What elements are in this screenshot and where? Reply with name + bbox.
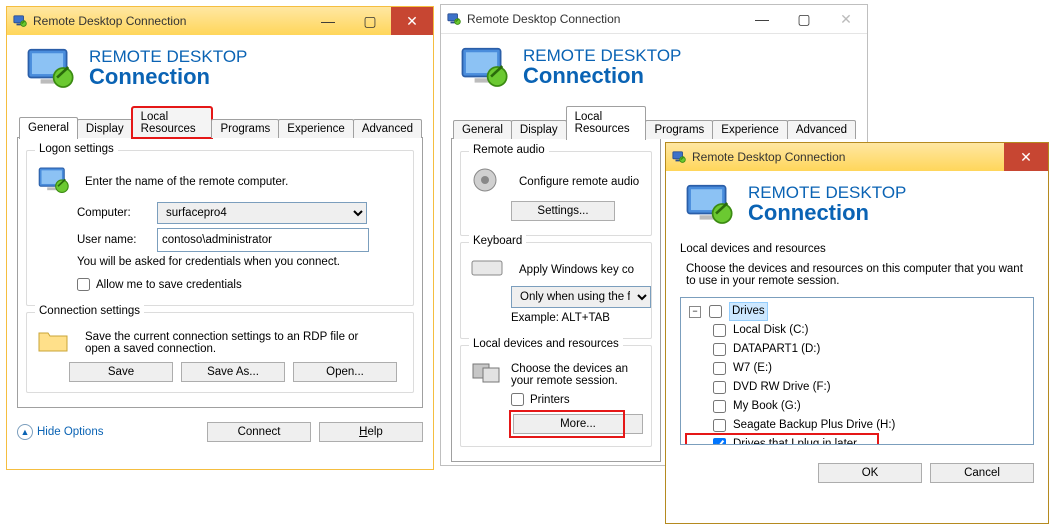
minimize-button[interactable]: — [741, 5, 783, 33]
app-icon [13, 14, 27, 28]
tab-bar: General Display Local Resources Programs… [453, 106, 855, 139]
minimize-button[interactable]: — [307, 7, 349, 35]
ok-button[interactable]: OK [818, 463, 922, 483]
keyboard-combo[interactable]: Only when using the f [511, 286, 651, 308]
audio-settings-button[interactable]: Settings... [511, 201, 615, 221]
close-button[interactable]: ✕ [825, 5, 867, 33]
hide-options-toggle[interactable]: ▲Hide Options [17, 424, 103, 440]
computer-combo[interactable]: surfacepro4 [157, 202, 367, 224]
app-icon [672, 150, 686, 164]
rdc-logo-icon [684, 181, 736, 227]
tree-item: My Book (G:) [687, 397, 1027, 416]
tab-local-resources[interactable]: Local Resources [566, 106, 647, 140]
maximize-button[interactable]: ▢ [349, 7, 391, 35]
tree-item: DATAPART1 (D:) [687, 340, 1027, 359]
titlebar[interactable]: Remote Desktop Connection — ▢ ✕ [7, 7, 433, 35]
keyboard-icon [471, 257, 511, 282]
connect-button[interactable]: Connect [207, 422, 311, 442]
kb-example: Example: ALT+TAB [511, 312, 610, 324]
more-button[interactable]: More... [513, 414, 643, 434]
titlebar[interactable]: Remote Desktop Connection ✕ [666, 143, 1048, 171]
tree-item: Seagate Backup Plus Drive (H:) [687, 416, 1027, 435]
allow-save-checkbox[interactable]: Allow me to save credentials [77, 278, 242, 291]
header: REMOTE DESKTOP Connection [7, 35, 433, 103]
tab-bar: General Display Local Resources Programs… [19, 107, 421, 138]
save-button[interactable]: Save [69, 362, 173, 382]
tree-item: W7 (E:) [687, 359, 1027, 378]
save-as-button[interactable]: Save As... [181, 362, 285, 382]
maximize-button[interactable]: ▢ [783, 5, 825, 33]
remote-audio-group: Remote audio Configure remote audio Sett… [460, 151, 652, 236]
rdc-logo-icon [25, 45, 77, 91]
tree-item-plug-later: Drives that I plug in later [687, 435, 877, 445]
logon-settings-group: Logon settings Enter the name of the rem… [26, 150, 414, 306]
close-button[interactable]: ✕ [391, 7, 433, 35]
tab-programs[interactable]: Programs [645, 120, 713, 139]
open-button[interactable]: Open... [293, 362, 397, 382]
enter-name-label: Enter the name of the remote computer. [85, 176, 288, 188]
window-title: Remote Desktop Connection [465, 12, 737, 26]
titlebar[interactable]: Remote Desktop Connection — ▢ ✕ [441, 5, 867, 34]
header: REMOTE DESKTOP Connection [441, 34, 867, 102]
devices-icon [471, 360, 503, 389]
tab-general[interactable]: General [19, 117, 78, 139]
printers-checkbox[interactable]: Printers [511, 393, 570, 406]
username-input[interactable] [157, 228, 369, 252]
keyboard-group: Keyboard Apply Windows key co Only when … [460, 242, 652, 339]
speaker-icon [471, 166, 511, 197]
username-label: User name: [77, 234, 149, 246]
window-title: Remote Desktop Connection [31, 14, 303, 28]
connection-settings-group: Connection settings Save the current con… [26, 312, 414, 393]
local-devices-group: Local devices and resources Choose the d… [460, 345, 652, 447]
tab-general[interactable]: General [453, 120, 512, 139]
tree-root-drives: − Drives [687, 302, 1027, 321]
tree-item: DVD RW Drive (F:) [687, 378, 1027, 397]
tab-display[interactable]: Display [511, 120, 567, 139]
tab-advanced[interactable]: Advanced [787, 120, 856, 139]
drives-tree[interactable]: − Drives Local Disk (C:) DATAPART1 (D:) … [680, 297, 1034, 445]
chevron-up-icon: ▲ [17, 424, 33, 440]
folder-icon [37, 327, 77, 358]
ldr-text: Choose the devices an your remote sessio… [511, 363, 641, 387]
rdc-window-general: Remote Desktop Connection — ▢ ✕ REMOTE D… [6, 6, 434, 470]
tab-local-resources[interactable]: Local Resources [132, 107, 213, 138]
tab-display[interactable]: Display [77, 119, 133, 138]
conn-note: Save the current connection settings to … [85, 331, 385, 355]
ldr-section-label: Local devices and resources [680, 243, 1034, 255]
tab-experience[interactable]: Experience [712, 120, 788, 139]
cancel-button[interactable]: Cancel [930, 463, 1034, 483]
computer-label: Computer: [77, 207, 149, 219]
header: REMOTE DESKTOP Connection [666, 171, 1048, 239]
audio-text: Configure remote audio [519, 176, 639, 188]
help-button[interactable]: Help [319, 422, 423, 442]
kb-text: Apply Windows key co [519, 264, 634, 276]
tab-programs[interactable]: Programs [211, 119, 279, 138]
close-button[interactable]: ✕ [1004, 143, 1048, 171]
app-icon [447, 12, 461, 26]
computer-icon [37, 165, 77, 198]
cred-note: You will be asked for credentials when y… [77, 256, 340, 268]
tree-item: Local Disk (C:) [687, 321, 1027, 340]
tab-experience[interactable]: Experience [278, 119, 354, 138]
rdc-drives-dialog: Remote Desktop Connection ✕ REMOTE DESKT… [665, 142, 1049, 524]
ldr-instruction: Choose the devices and resources on this… [686, 263, 1032, 287]
rdc-logo-icon [459, 44, 511, 90]
collapse-icon[interactable]: − [689, 306, 701, 318]
window-title: Remote Desktop Connection [690, 150, 1000, 164]
tab-advanced[interactable]: Advanced [353, 119, 422, 138]
